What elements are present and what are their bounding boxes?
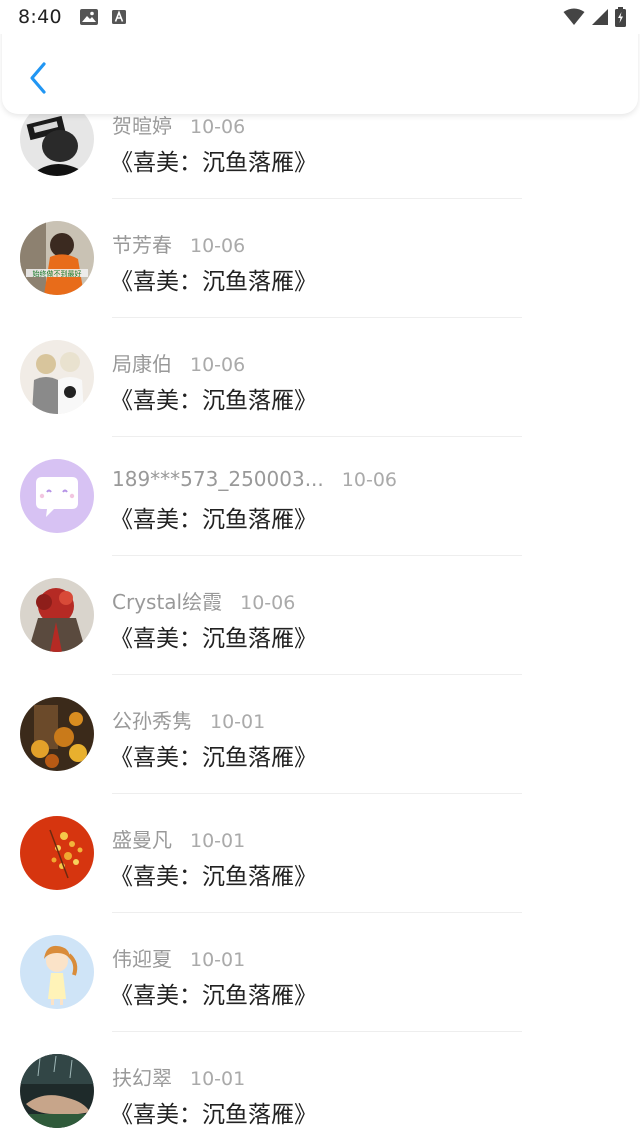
avatar[interactable] (20, 459, 94, 533)
list-item[interactable]: 公孙秀隽 10-01 《喜美：沉鱼落雁》 (0, 675, 640, 794)
screen: 贺暄婷 10-06 《喜美：沉鱼落雁》 始终做不到最好 节芳春 10-06 《喜… (0, 0, 640, 1138)
comment-date: 10-06 (190, 116, 246, 138)
user-name: 扶幻翠 (112, 1066, 172, 1090)
user-name: 盛曼凡 (112, 828, 172, 852)
user-name: 贺暄婷 (112, 114, 172, 138)
avatar[interactable] (20, 340, 94, 414)
comment-date: 10-06 (240, 592, 296, 614)
book-title[interactable]: 《喜美：沉鱼落雁》 (110, 738, 317, 772)
list-item[interactable]: 始终做不到最好 节芳春 10-06 《喜美：沉鱼落雁》 (0, 199, 640, 318)
chevron-left-icon (30, 62, 46, 94)
avatar[interactable] (20, 1054, 94, 1128)
status-time: 8:40 (18, 6, 62, 28)
user-name: 公孙秀隽 (112, 709, 192, 733)
comment-date: 10-01 (210, 711, 266, 733)
avatar[interactable] (20, 935, 94, 1009)
user-name: 189***573_250003... (112, 467, 324, 491)
comment-date: 10-06 (190, 354, 246, 376)
book-title[interactable]: 《喜美：沉鱼落雁》 (110, 857, 317, 891)
avatar[interactable]: 始终做不到最好 (20, 221, 94, 295)
image-icon (79, 9, 98, 25)
book-title[interactable]: 《喜美：沉鱼落雁》 (110, 500, 317, 534)
list-item[interactable]: 伟迎夏 10-01 《喜美：沉鱼落雁》 (0, 913, 640, 1032)
back-button[interactable] (20, 58, 56, 98)
avatar[interactable] (20, 578, 94, 652)
svg-text:始终做不到最好: 始终做不到最好 (33, 269, 82, 278)
avatar[interactable] (20, 697, 94, 771)
book-title[interactable]: 《喜美：沉鱼落雁》 (110, 1095, 317, 1129)
book-title[interactable]: 《喜美：沉鱼落雁》 (110, 143, 317, 177)
user-name: 局康伯 (112, 352, 172, 376)
comment-date: 10-01 (190, 1068, 246, 1090)
status-bar: 8:40 (0, 0, 640, 34)
book-title[interactable]: 《喜美：沉鱼落雁》 (110, 381, 317, 415)
signal-icon (592, 9, 608, 25)
book-title[interactable]: 《喜美：沉鱼落雁》 (110, 976, 317, 1010)
comment-date: 10-06 (341, 469, 397, 491)
list-item[interactable]: Crystal绘霞 10-06 《喜美：沉鱼落雁》 (0, 556, 640, 675)
battery-icon (615, 7, 626, 27)
user-name: 伟迎夏 (112, 947, 172, 971)
comment-date: 10-01 (190, 830, 246, 852)
book-title[interactable]: 《喜美：沉鱼落雁》 (110, 262, 317, 296)
list-item[interactable]: 盛曼凡 10-01 《喜美：沉鱼落雁》 (0, 794, 640, 913)
list-item[interactable]: 局康伯 10-06 《喜美：沉鱼落雁》 (0, 318, 640, 437)
avatar[interactable] (20, 816, 94, 890)
user-name: Crystal绘霞 (112, 590, 223, 614)
user-name: 节芳春 (112, 233, 172, 257)
text-a-icon (111, 10, 126, 24)
wifi-icon (563, 8, 585, 25)
book-title[interactable]: 《喜美：沉鱼落雁》 (110, 619, 317, 653)
comment-date: 10-01 (190, 949, 246, 971)
list-item[interactable]: 189***573_250003... 10-06 《喜美：沉鱼落雁》 (0, 437, 640, 556)
list-item[interactable]: 扶幻翠 10-01 《喜美：沉鱼落雁》 (0, 1032, 640, 1138)
comment-date: 10-06 (190, 235, 246, 257)
